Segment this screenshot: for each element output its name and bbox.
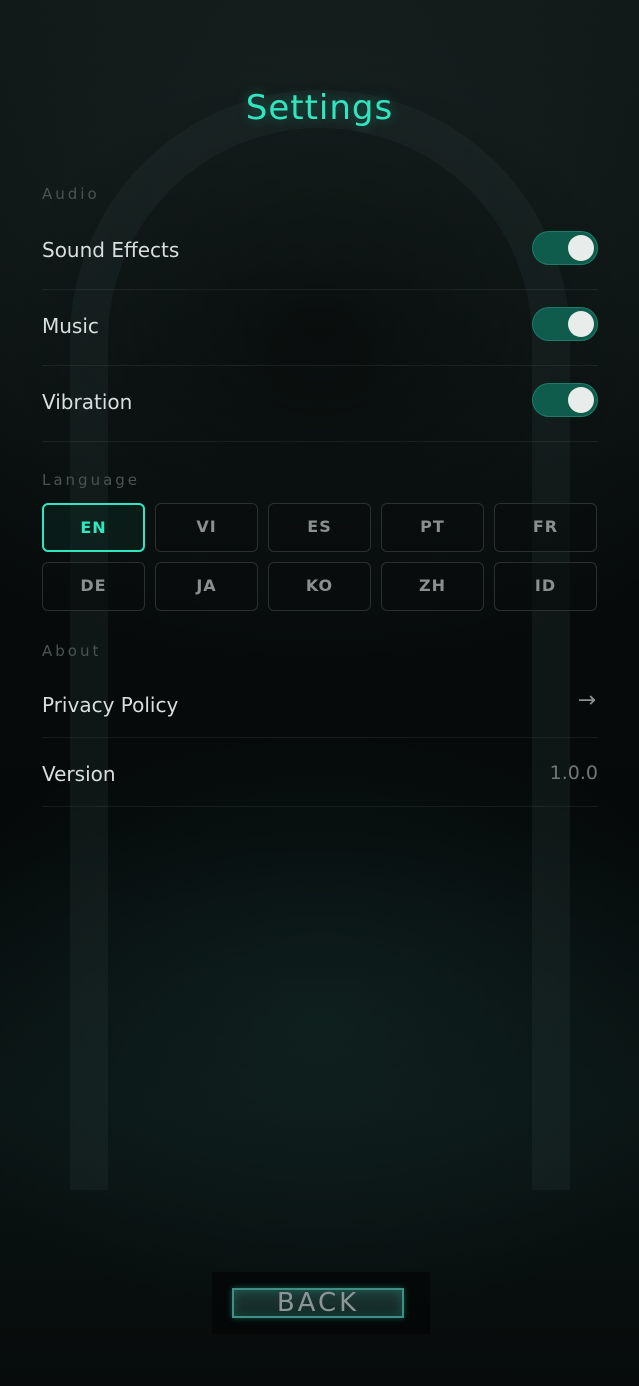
language-option-en[interactable]: EN <box>42 503 145 552</box>
settings-screen: Settings Audio Sound Effects Music Vibra… <box>0 0 639 1386</box>
toggle-knob <box>568 387 594 413</box>
sound-effects-label: Sound Effects <box>42 238 180 262</box>
setting-row-sound-effects: Sound Effects <box>42 214 598 290</box>
language-option-es[interactable]: ES <box>268 503 371 552</box>
setting-row-vibration: Vibration <box>42 366 598 442</box>
privacy-policy-label: Privacy Policy <box>42 693 179 717</box>
version-row: Version 1.0.0 <box>42 738 598 807</box>
language-option-ko[interactable]: KO <box>268 562 371 611</box>
back-button-frame: BACK <box>212 1272 430 1334</box>
privacy-policy-row[interactable]: Privacy Policy → <box>42 668 598 738</box>
language-option-de[interactable]: DE <box>42 562 145 611</box>
toggle-knob <box>568 311 594 337</box>
section-label-about: About <box>42 642 102 660</box>
vibration-label: Vibration <box>42 390 133 414</box>
language-option-vi[interactable]: VI <box>155 503 258 552</box>
back-button[interactable]: BACK <box>232 1288 404 1318</box>
language-option-zh[interactable]: ZH <box>381 562 484 611</box>
language-option-id[interactable]: ID <box>494 562 597 611</box>
toggle-knob <box>568 235 594 261</box>
vibration-toggle[interactable] <box>532 383 598 417</box>
music-toggle[interactable] <box>532 307 598 341</box>
language-option-ja[interactable]: JA <box>155 562 258 611</box>
sound-effects-toggle[interactable] <box>532 231 598 265</box>
version-label: Version <box>42 762 116 786</box>
music-label: Music <box>42 314 99 338</box>
version-value: 1.0.0 <box>549 762 598 784</box>
language-option-pt[interactable]: PT <box>381 503 484 552</box>
setting-row-music: Music <box>42 290 598 366</box>
section-label-language: Language <box>42 471 141 489</box>
section-label-audio: Audio <box>42 185 100 203</box>
language-option-fr[interactable]: FR <box>494 503 597 552</box>
page-title: Settings <box>245 88 394 128</box>
arrow-right-icon: → <box>577 688 596 713</box>
